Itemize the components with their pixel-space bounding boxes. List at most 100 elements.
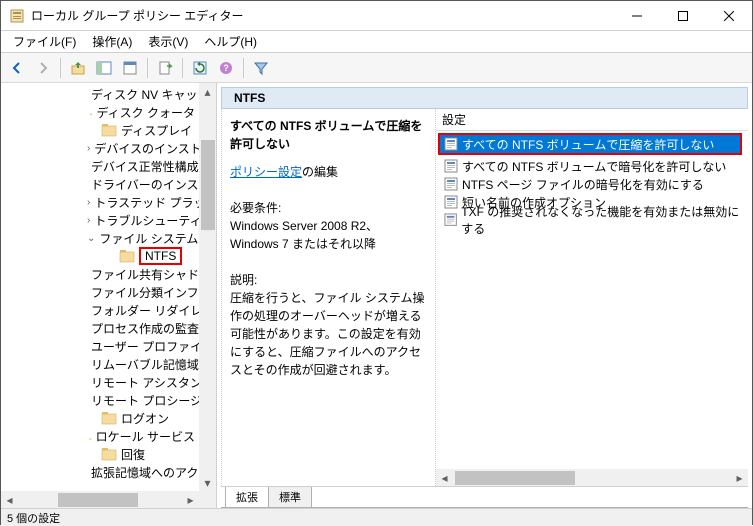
highlight-box: すべての NTFS ボリュームで圧縮を許可しない bbox=[438, 133, 742, 155]
tree-item[interactable]: › トラステッド プラットフ bbox=[1, 193, 199, 211]
scroll-down-icon[interactable]: ▾ bbox=[199, 474, 216, 491]
tree-item[interactable]: フォルダー リダイレクト bbox=[1, 301, 199, 319]
chevron-right-icon[interactable]: › bbox=[87, 143, 90, 154]
tree-item-label: ディスプレイ bbox=[121, 122, 192, 139]
selected-policy-title: すべての NTFS ボリュームで圧縮を許可しない bbox=[230, 117, 425, 153]
tree-item-label: NTFS bbox=[139, 247, 182, 265]
tree[interactable]: ディスク NV キャッシュディスク クォータディスプレイ›デバイスのインストール… bbox=[1, 83, 199, 481]
tree-horizontal-scrollbar[interactable]: ◂ ▸ bbox=[1, 491, 199, 508]
scroll-right-icon[interactable]: ▸ bbox=[731, 469, 748, 486]
tree-item-label: ドライバーのインストー bbox=[91, 176, 199, 193]
tree-item-label: 回復 bbox=[121, 446, 145, 463]
filter-button[interactable] bbox=[249, 56, 273, 80]
back-button[interactable] bbox=[5, 56, 29, 80]
policy-icon bbox=[444, 177, 458, 191]
menu-action[interactable]: 操作(A) bbox=[84, 31, 140, 52]
close-button[interactable] bbox=[706, 1, 752, 31]
tree-item[interactable]: ディスク クォータ bbox=[1, 103, 199, 121]
settings-list-pane: 設定 すべての NTFS ボリュームで圧縮を許可しない すべての NTFS ボリ… bbox=[436, 109, 748, 486]
scrollbar-corner bbox=[199, 491, 216, 508]
scroll-right-icon[interactable]: ▸ bbox=[182, 491, 199, 508]
folder-icon bbox=[101, 411, 117, 425]
tree-item[interactable]: ›トラブルシューティング bbox=[1, 211, 199, 229]
tree-item[interactable]: ロケール サービス bbox=[1, 427, 199, 445]
settings-list[interactable]: すべての NTFS ボリュームで圧縮を許可しない bbox=[440, 135, 740, 153]
settings-list-rest[interactable]: すべての NTFS ボリュームで暗号化を許可しないNTFS ページ ファイルの暗… bbox=[436, 157, 748, 229]
tree-item[interactable]: リモート アシスタンス bbox=[1, 373, 199, 391]
toolbar-separator bbox=[60, 58, 61, 78]
scroll-up-icon[interactable]: ▴ bbox=[199, 83, 216, 100]
minimize-button[interactable] bbox=[614, 1, 660, 31]
list-item-label: TXF の推奨されなくなった機能を有効または無効にする bbox=[461, 203, 748, 237]
tree-vertical-scrollbar[interactable]: ▴ ▾ bbox=[199, 83, 216, 491]
tree-item[interactable]: ディスプレイ bbox=[1, 121, 199, 139]
tree-item[interactable]: ユーザー プロファイル bbox=[1, 337, 199, 355]
tree-item[interactable]: ログオン bbox=[1, 409, 199, 427]
column-header-setting[interactable]: 設定 bbox=[436, 109, 748, 131]
tree-item[interactable]: NTFS bbox=[1, 247, 199, 265]
app-icon bbox=[9, 8, 25, 24]
forward-button[interactable] bbox=[31, 56, 55, 80]
properties-button[interactable] bbox=[118, 56, 142, 80]
chevron-right-icon[interactable]: › bbox=[87, 197, 90, 208]
tree-item[interactable]: デバイス正常性構成 bbox=[1, 157, 199, 175]
refresh-button[interactable] bbox=[188, 56, 212, 80]
tree-item[interactable]: ⌄ ファイル システム bbox=[1, 229, 199, 247]
list-horizontal-scrollbar[interactable]: ◂ ▸ bbox=[436, 469, 748, 486]
tree-item-label: ディスク クォータ bbox=[97, 104, 196, 121]
tree-item-label: ログオン bbox=[121, 410, 169, 427]
toolbar-separator bbox=[182, 58, 183, 78]
maximize-button[interactable] bbox=[660, 1, 706, 31]
scrollbar-thumb[interactable] bbox=[455, 471, 575, 485]
tree-item[interactable]: 回復 bbox=[1, 445, 199, 463]
tree-item[interactable]: ドライバーのインストー bbox=[1, 175, 199, 193]
up-button[interactable] bbox=[66, 56, 90, 80]
svg-text:?: ? bbox=[223, 63, 229, 73]
main-area: ディスク NV キャッシュディスク クォータディスプレイ›デバイスのインストール… bbox=[1, 83, 752, 508]
tree-item-label: ファイル共有シャドウ コ bbox=[91, 266, 199, 283]
tree-item[interactable]: ファイル共有シャドウ コ bbox=[1, 265, 199, 283]
list-item[interactable]: TXF の推奨されなくなった機能を有効または無効にする bbox=[440, 211, 748, 229]
list-item[interactable]: すべての NTFS ボリュームで暗号化を許可しない bbox=[440, 157, 748, 175]
list-item[interactable]: すべての NTFS ボリュームで圧縮を許可しない bbox=[440, 135, 740, 153]
tree-item[interactable]: ディスク NV キャッシュ bbox=[1, 85, 199, 103]
description-pane: すべての NTFS ボリュームで圧縮を許可しない ポリシー設定の編集 必要条件:… bbox=[222, 109, 436, 486]
scroll-left-icon[interactable]: ◂ bbox=[436, 469, 453, 486]
tree-item[interactable]: 拡張記憶域へのアクセ bbox=[1, 463, 199, 481]
policy-icon bbox=[444, 159, 458, 173]
tab-extended[interactable]: 拡張 bbox=[225, 487, 269, 508]
chevron-right-icon[interactable]: › bbox=[87, 215, 90, 226]
scroll-left-icon[interactable]: ◂ bbox=[1, 491, 18, 508]
folder-icon bbox=[101, 447, 117, 461]
export-button[interactable] bbox=[153, 56, 177, 80]
tree-item-label: リモート プロシージャ コ bbox=[91, 392, 199, 409]
tree-item[interactable]: プロセス作成の監査 bbox=[1, 319, 199, 337]
scrollbar-thumb[interactable] bbox=[201, 140, 215, 230]
tree-item-label: トラステッド プラットフ bbox=[94, 194, 199, 211]
list-item[interactable]: NTFS ページ ファイルの暗号化を有効にする bbox=[440, 175, 748, 193]
tree-item[interactable]: リモート プロシージャ コ bbox=[1, 391, 199, 409]
requirements-value: Windows Server 2008 R2、Windows 7 またはそれ以降 bbox=[230, 217, 425, 253]
chevron-down-icon[interactable]: ⌄ bbox=[87, 233, 95, 244]
help-button[interactable]: ? bbox=[214, 56, 238, 80]
content-body: すべての NTFS ボリュームで圧縮を許可しない ポリシー設定の編集 必要条件:… bbox=[221, 109, 748, 486]
tree-item[interactable]: リムーバブル記憶域へ bbox=[1, 355, 199, 373]
tree-item[interactable]: ファイル分類インフラス bbox=[1, 283, 199, 301]
edit-policy-link[interactable]: ポリシー設定 bbox=[230, 165, 302, 179]
tree-item[interactable]: ›デバイスのインストール bbox=[1, 139, 199, 157]
tab-standard[interactable]: 標準 bbox=[268, 487, 312, 508]
scrollbar-thumb[interactable] bbox=[58, 493, 138, 507]
menu-help[interactable]: ヘルプ(H) bbox=[196, 31, 265, 52]
requirements-label: 必要条件: bbox=[230, 199, 425, 217]
menu-view[interactable]: 表示(V) bbox=[140, 31, 196, 52]
list-item-label: すべての NTFS ボリュームで圧縮を許可しない bbox=[462, 136, 714, 153]
list-item-label: NTFS ページ ファイルの暗号化を有効にする bbox=[462, 176, 704, 193]
tree-item-label: リモート アシスタンス bbox=[91, 374, 199, 391]
show-hide-tree-button[interactable] bbox=[92, 56, 116, 80]
menu-file[interactable]: ファイル(F) bbox=[5, 31, 84, 52]
tree-item-label: ディスク NV キャッシュ bbox=[91, 86, 199, 103]
content-panel: NTFS すべての NTFS ボリュームで圧縮を許可しない ポリシー設定の編集 … bbox=[217, 83, 752, 508]
content-header-title: NTFS bbox=[234, 91, 265, 105]
tree-item-label: ファイル システム bbox=[99, 230, 198, 247]
toolbar: ? bbox=[1, 53, 752, 83]
